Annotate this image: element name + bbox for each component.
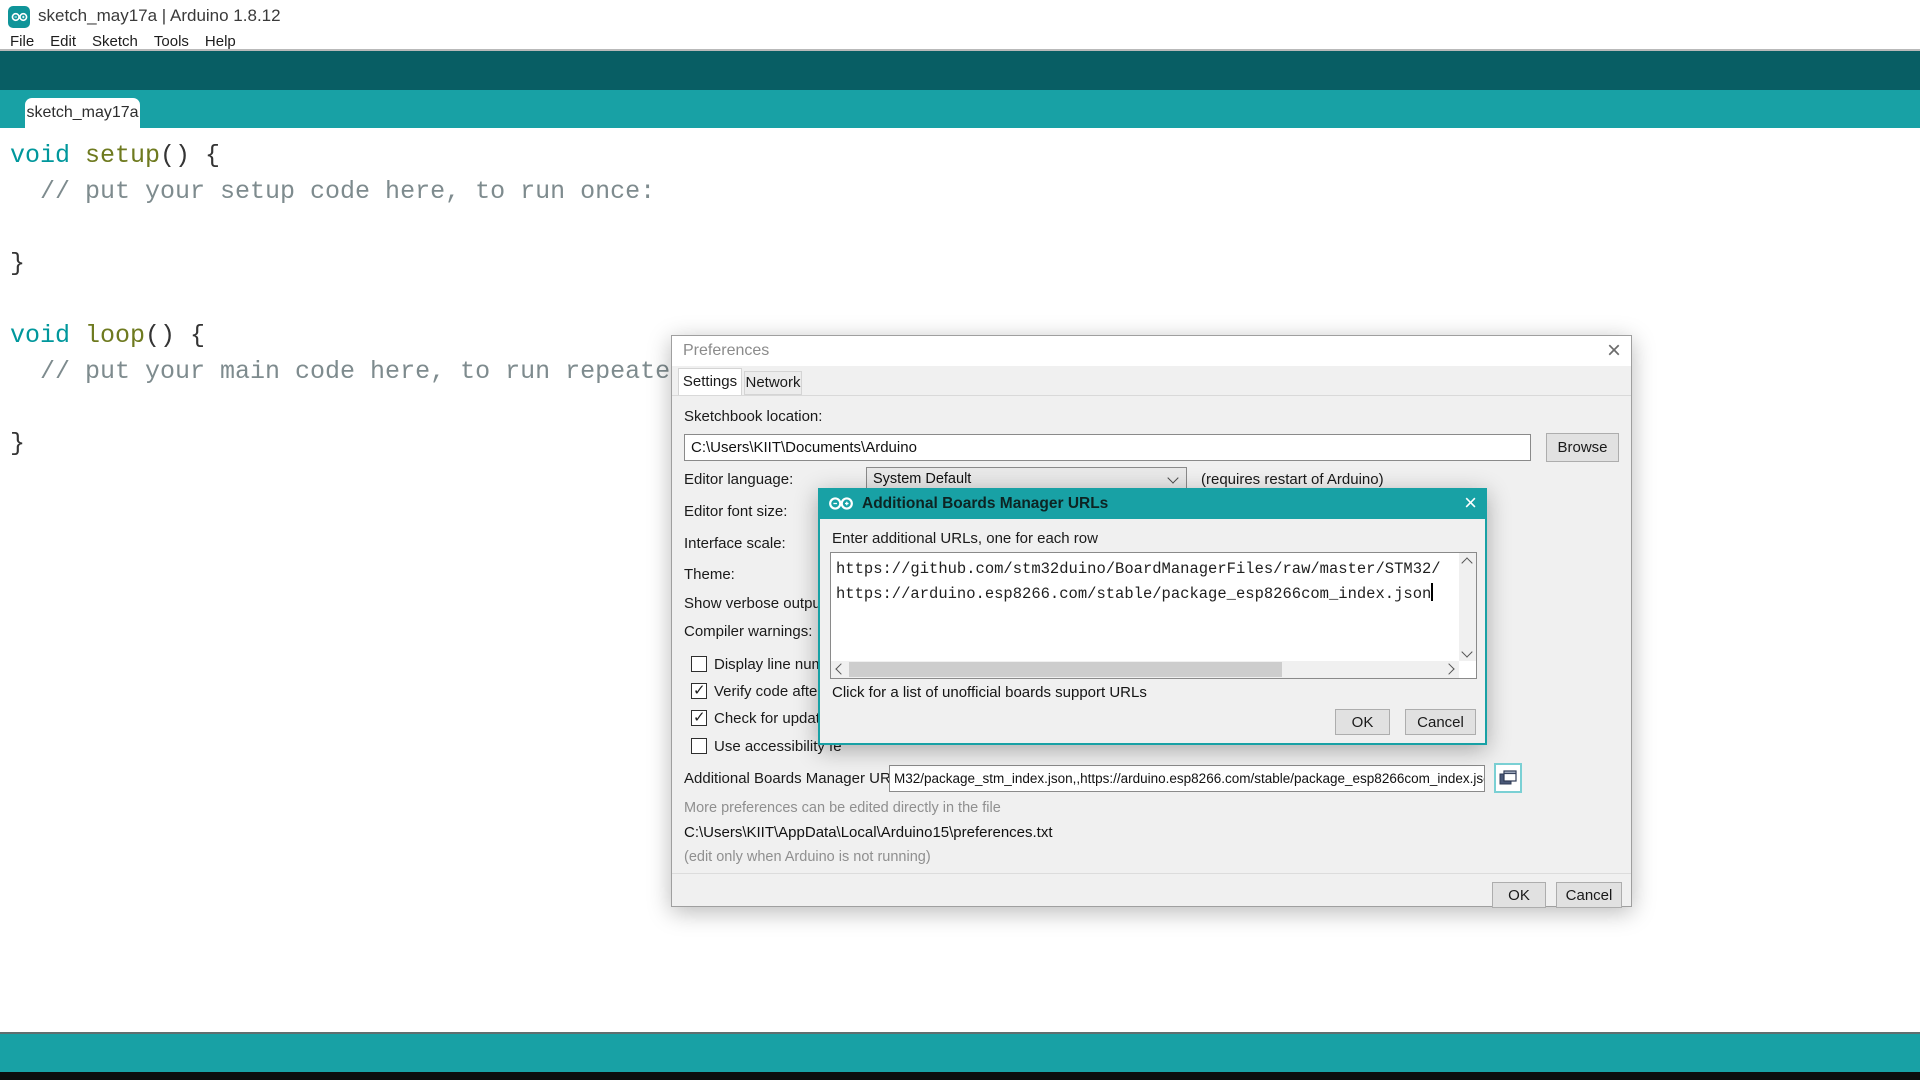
- code-line: // put your setup code here, to run once…: [10, 177, 656, 206]
- url-line: https://github.com/stm32duino/BoardManag…: [836, 560, 1441, 578]
- checkbox-icon: [691, 708, 707, 726]
- preferences-title: Preferences: [683, 342, 770, 359]
- compiler-warnings-label: Compiler warnings:: [684, 623, 813, 640]
- menu-edit[interactable]: Edit: [42, 33, 84, 50]
- menu-sketch[interactable]: Sketch: [84, 33, 146, 50]
- theme-label: Theme:: [684, 566, 735, 583]
- preferences-tabs: Settings Network: [672, 366, 1631, 395]
- editor-font-size-label: Editor font size:: [684, 503, 788, 520]
- checkbox-icon: [691, 656, 707, 672]
- close-icon[interactable]: ×: [1464, 488, 1477, 517]
- scroll-up-icon[interactable]: [1461, 557, 1473, 569]
- code-line: void setup() {: [10, 141, 221, 170]
- boards-dialog-titlebar[interactable]: Additional Boards Manager URLs ×: [818, 488, 1487, 519]
- window-title: sketch_may17a | Arduino 1.8.12: [38, 6, 281, 25]
- chevron-down-icon: [1167, 472, 1179, 484]
- preferences-cancel-button[interactable]: Cancel: [1556, 882, 1622, 908]
- boards-dialog-title: Additional Boards Manager URLs: [862, 494, 1109, 512]
- code-line: }: [10, 249, 26, 278]
- tab-strip: sketch_may17a: [0, 90, 1920, 128]
- urls-prompt-label: Enter additional URLs, one for each row: [832, 530, 1098, 547]
- preferences-ok-button[interactable]: OK: [1492, 882, 1546, 908]
- windows-icon: [1499, 770, 1517, 785]
- checkbox-icon: [691, 681, 707, 699]
- text-caret: [1431, 583, 1434, 601]
- console-strip: [0, 1072, 1920, 1080]
- interface-scale-label: Interface scale:: [684, 535, 786, 552]
- tab-settings[interactable]: Settings: [678, 368, 742, 395]
- preferences-footer: OK Cancel: [672, 873, 1631, 908]
- boards-cancel-button[interactable]: Cancel: [1405, 709, 1476, 735]
- scroll-right-icon[interactable]: [1443, 663, 1455, 675]
- prefs-footer-note1: More preferences can be edited directly …: [684, 800, 1001, 816]
- abm-urls-label: Additional Boards Manager URLs:: [684, 770, 911, 787]
- scroll-down-icon[interactable]: [1461, 646, 1473, 658]
- boards-manager-urls-dialog: Additional Boards Manager URLs × Enter a…: [818, 488, 1487, 745]
- checkbox-check-for-updates[interactable]: Check for updates: [691, 708, 836, 727]
- urls-textarea[interactable]: https://github.com/stm32duino/BoardManag…: [830, 552, 1477, 679]
- tab-network[interactable]: Network: [744, 371, 802, 395]
- vertical-scrollbar[interactable]: [1459, 553, 1476, 661]
- status-bar: [0, 1032, 1920, 1072]
- open-urls-dialog-button[interactable]: [1494, 763, 1522, 793]
- checkbox-verify-code-after-upload[interactable]: Verify code after u: [691, 681, 835, 700]
- sketchbook-location-label: Sketchbook location:: [684, 408, 823, 425]
- menubar: File Edit Sketch Tools Help: [0, 33, 1920, 50]
- preferences-titlebar[interactable]: Preferences ×: [672, 336, 1631, 366]
- language-restart-hint: (requires restart of Arduino): [1201, 471, 1384, 488]
- tab-sketch[interactable]: sketch_may17a: [25, 98, 140, 128]
- arduino-logo-icon: [8, 6, 30, 28]
- abm-urls-input[interactable]: M32/package_stm_index.json,,https://ardu…: [889, 765, 1485, 792]
- editor-language-label: Editor language:: [684, 471, 794, 488]
- scrollbar-thumb[interactable]: [849, 662, 1282, 677]
- checkbox-icon: [691, 738, 707, 754]
- menu-tools[interactable]: Tools: [146, 33, 197, 50]
- window-titlebar: sketch_may17a | Arduino 1.8.12: [0, 0, 1920, 33]
- browse-button[interactable]: Browse: [1546, 433, 1619, 462]
- close-icon[interactable]: ×: [1607, 337, 1621, 365]
- prefs-footer-note2: (edit only when Arduino is not running): [684, 849, 931, 865]
- toolbar: [0, 51, 1920, 138]
- menu-help[interactable]: Help: [197, 33, 244, 50]
- unofficial-boards-link[interactable]: Click for a list of unofficial boards su…: [832, 684, 1147, 701]
- url-line: https://arduino.esp8266.com/stable/packa…: [836, 583, 1434, 603]
- sketchbook-location-input[interactable]: C:\Users\KIIT\Documents\Arduino: [684, 434, 1531, 461]
- verbose-output-label: Show verbose output d: [684, 595, 838, 612]
- horizontal-scrollbar[interactable]: [831, 661, 1459, 678]
- arduino-logo-icon: [829, 497, 853, 510]
- menu-file[interactable]: File: [2, 33, 42, 50]
- scroll-left-icon[interactable]: [835, 663, 847, 675]
- preferences-file-path: C:\Users\KIIT\AppData\Local\Arduino15\pr…: [684, 824, 1053, 841]
- boards-ok-button[interactable]: OK: [1335, 709, 1390, 735]
